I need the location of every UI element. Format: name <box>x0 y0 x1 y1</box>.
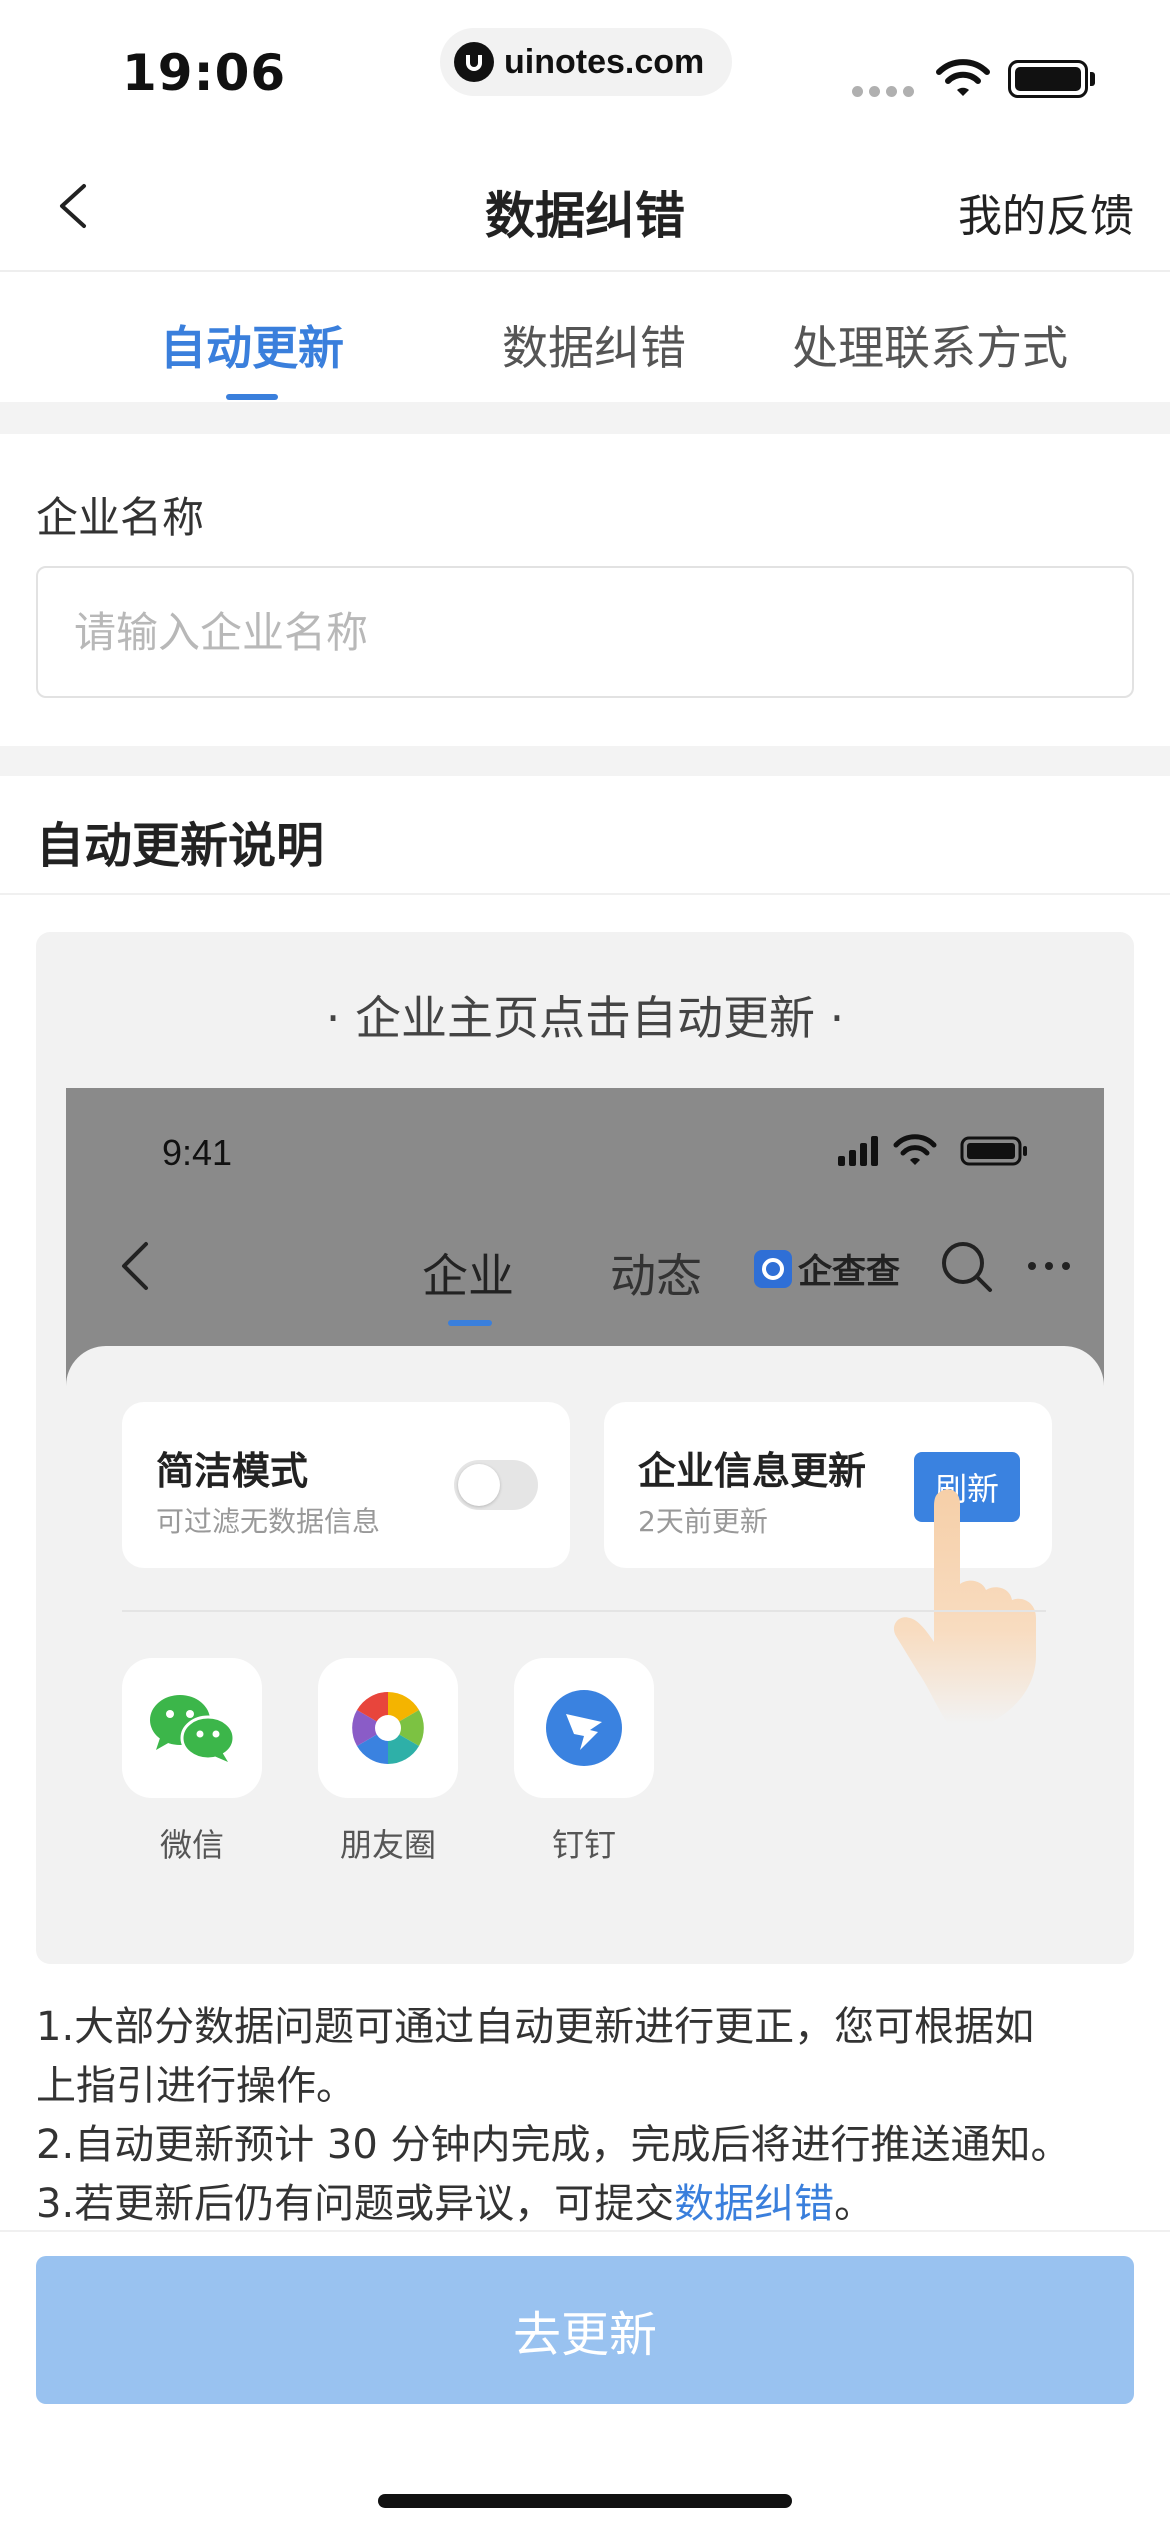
section-gap <box>0 402 1170 434</box>
mock-brand: 企查查 <box>754 1244 900 1293</box>
mock-option-subtitle: 2天前更新 <box>638 1505 768 1538</box>
instruction-line: 上指引进行操作。 <box>36 2063 356 2109</box>
mock-toggle <box>454 1460 538 1510</box>
mock-option-title: 企业信息更新 <box>638 1449 867 1493</box>
home-indicator <box>378 2494 792 2508</box>
instruction-text: 。 <box>834 2181 875 2227</box>
section-gap <box>0 746 1170 776</box>
guide-card-title: · 企业主页点击自动更新 · <box>325 991 845 1045</box>
brand-logo-icon <box>754 1249 792 1288</box>
mock-status-icons <box>838 1134 1027 1166</box>
pointing-hand-icon <box>893 1489 1036 1724</box>
url-text: uinotes.com <box>504 42 705 81</box>
status-bar: 19:06 uinotes.com <box>0 0 1170 140</box>
dingtalk-icon <box>514 1658 654 1798</box>
wifi-icon <box>936 59 990 96</box>
mock-more-icon <box>1028 1262 1070 1270</box>
mock-bottom-sheet: 简洁模式 可过滤无数据信息 企业信息更新 2天前更新 刷新 微信 朋友圈 钉钉 <box>66 1346 1104 1964</box>
tab-auto-update[interactable]: 自动更新 <box>160 312 344 378</box>
go-update-button[interactable]: 去更新 <box>36 2256 1134 2404</box>
company-name-input[interactable] <box>36 566 1134 698</box>
nav-bar: 数据纠错 我的反馈 <box>0 140 1170 272</box>
mock-option-simple: 简洁模式 可过滤无数据信息 <box>122 1402 570 1568</box>
signal-icon <box>852 86 914 97</box>
moments-icon <box>318 1658 458 1798</box>
battery-icon <box>1008 60 1088 98</box>
mock-share-label: 朋友圈 <box>339 1826 436 1864</box>
my-feedback-button[interactable]: 我的反馈 <box>958 180 1134 244</box>
tab-active-indicator <box>226 394 278 400</box>
tab-data-correction[interactable]: 数据纠错 <box>502 312 686 378</box>
guide-illustration-card: · 企业主页点击自动更新 · 9:41 企业 动态 企查查 简洁模式 可过滤无数… <box>36 932 1134 1964</box>
wechat-icon <box>122 1658 262 1798</box>
mock-search-icon <box>942 1242 992 1292</box>
mock-tab-dynamic: 动态 <box>610 1249 702 1303</box>
mock-share-dingtalk: 钉钉 <box>514 1658 654 1866</box>
url-pill[interactable]: uinotes.com <box>440 28 732 96</box>
mock-header: 9:41 企业 动态 企查查 <box>66 1088 1104 1388</box>
instructions-text: 1.大部分数据问题可通过自动更新进行更正，您可根据如 上指引进行操作。 2.自动… <box>36 1998 1146 2234</box>
mock-option-subtitle: 可过滤无数据信息 <box>156 1505 381 1538</box>
data-correction-link[interactable]: 数据纠错 <box>674 2181 834 2227</box>
mock-tab-indicator <box>448 1320 492 1326</box>
divider <box>0 893 1170 895</box>
battery-tip <box>1090 72 1095 86</box>
mock-status-time: 9:41 <box>162 1132 233 1173</box>
mock-back-icon <box>122 1242 148 1290</box>
site-logo-icon <box>454 42 494 82</box>
instruction-line: 3.若更新后仍有问题或异议，可提交数据纠错。 <box>36 2175 1146 2234</box>
mock-divider <box>122 1610 1046 1612</box>
bottom-action-bar: 去更新 <box>0 2230 1170 2532</box>
mock-share-label: 微信 <box>159 1826 224 1864</box>
mock-share-label: 钉钉 <box>551 1826 616 1864</box>
section-title: 自动更新说明 <box>36 818 325 874</box>
mock-option-title: 简洁模式 <box>156 1449 309 1493</box>
mock-brand-name: 企查查 <box>798 1252 900 1292</box>
status-time: 19:06 <box>122 44 287 102</box>
instruction-text: 3.若更新后仍有问题或异议，可提交 <box>36 2181 675 2227</box>
mock-tab-company: 企业 <box>422 1249 514 1303</box>
mock-share-wechat: 微信 <box>122 1658 262 1866</box>
company-name-label: 企业名称 <box>36 493 205 542</box>
tab-contact-handling[interactable]: 处理联系方式 <box>792 312 1068 378</box>
instruction-line: 2.自动更新预计 30 分钟内完成，完成后将进行推送通知。 <box>36 2122 1071 2168</box>
instruction-line: 1.大部分数据问题可通过自动更新进行更正，您可根据如 <box>36 2004 1035 2050</box>
tab-bar: 自动更新 数据纠错 处理联系方式 <box>0 272 1170 402</box>
mock-screenshot: 9:41 企业 动态 企查查 简洁模式 可过滤无数据信息 企业信息更新 2天前更… <box>66 1088 1104 1964</box>
mock-share-moments: 朋友圈 <box>318 1658 458 1866</box>
